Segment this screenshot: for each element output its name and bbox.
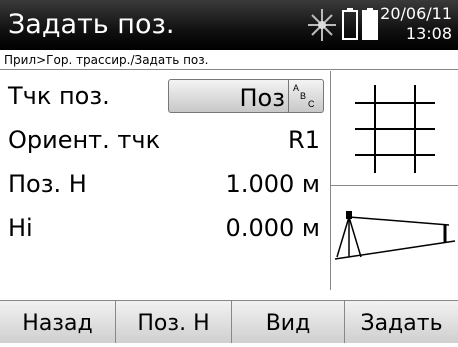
hi-row[interactable]: Hi 0.000 м [0, 204, 330, 246]
status-time: 13:08 [405, 24, 452, 43]
grid-icon [355, 85, 435, 173]
battery-icon [342, 8, 358, 40]
orient-label: Ориент. тчк [8, 126, 161, 154]
point-row: Тчк поз. Поз A B C [0, 72, 330, 114]
set-button[interactable]: Задать [345, 301, 458, 343]
orient-row[interactable]: Ориент. тчк R1 [0, 116, 330, 158]
svg-text:B: B [300, 91, 306, 101]
input-mode-icon: A B C [288, 80, 315, 112]
hi-label: Hi [8, 214, 33, 242]
svg-text:A: A [293, 83, 299, 93]
panel-divider [331, 185, 458, 186]
point-value: Поз [239, 84, 286, 112]
battery-icon [362, 8, 378, 40]
hi-value: 0.000 м [225, 214, 320, 242]
height-value: 1.000 м [225, 170, 320, 198]
view-button[interactable]: Вид [232, 301, 345, 343]
height-button[interactable]: Поз. Н [116, 301, 232, 343]
status-datetime: 20/06/11 13:08 [380, 4, 452, 44]
tripod-height-icon [334, 211, 456, 260]
breadcrumb: Прил>Гор. трассир./Задать поз. [0, 50, 458, 70]
back-button[interactable]: Назад [0, 301, 116, 343]
point-label: Тчк поз. [8, 82, 110, 110]
status-date: 20/06/11 [380, 4, 452, 23]
window-title: Задать поз. [8, 9, 175, 40]
height-row[interactable]: Поз. Н 1.000 м [0, 160, 330, 202]
point-select[interactable]: Поз A B C [168, 79, 324, 113]
fields-panel: Тчк поз. Поз A B C Ориент. тчк R1 Поз. Н… [0, 72, 330, 290]
softkey-bar: Назад Поз. Н Вид Задать [0, 300, 458, 343]
svg-text:C: C [308, 99, 315, 109]
title-bar: Задать поз. 20/06/11 13:08 [0, 0, 458, 50]
height-label: Поз. Н [8, 170, 87, 198]
orient-value: R1 [288, 126, 320, 154]
diagram-panel [330, 71, 458, 290]
sun-icon [308, 9, 336, 41]
